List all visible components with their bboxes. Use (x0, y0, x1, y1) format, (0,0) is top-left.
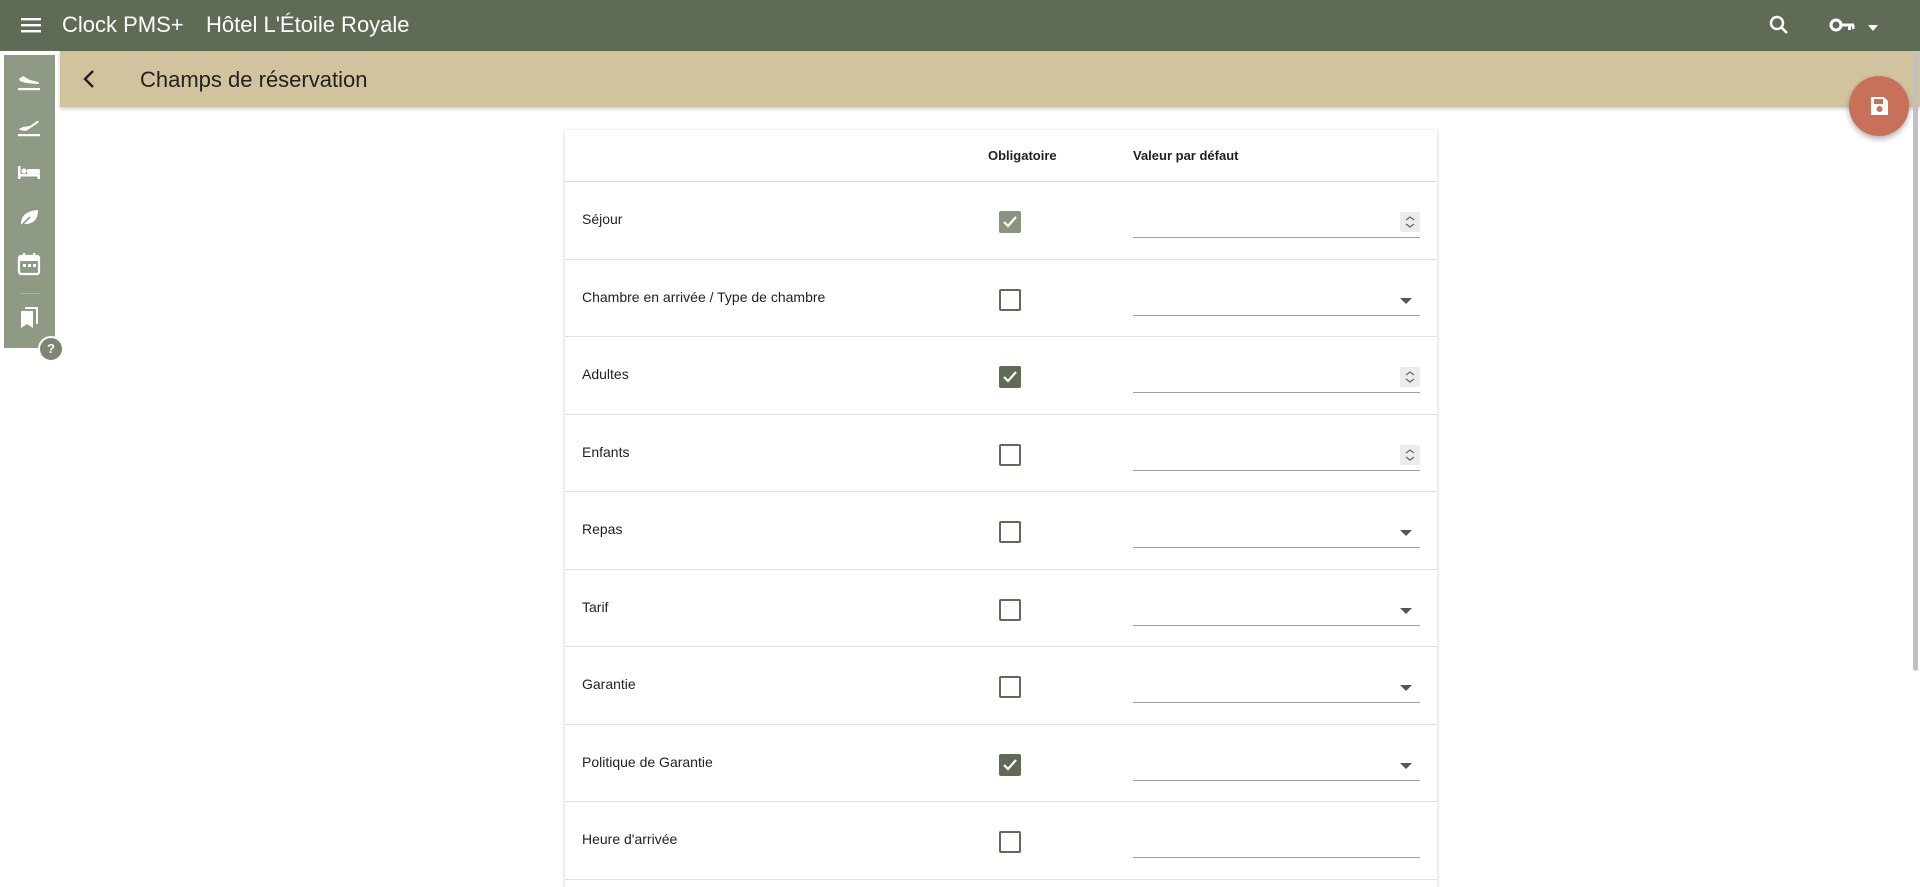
hotel-name[interactable]: Hôtel L'Étoile Royale (206, 12, 410, 38)
calendar-icon[interactable] (16, 251, 42, 277)
bookmarks-icon[interactable] (16, 305, 42, 331)
required-checkbox[interactable] (999, 676, 1021, 698)
save-icon (1871, 97, 1888, 115)
required-checkbox[interactable] (999, 598, 1021, 621)
table-row: Heure d'arrivée (565, 802, 1437, 880)
default-value-number-input[interactable] (1133, 363, 1420, 393)
required-checkbox[interactable] (999, 443, 1021, 466)
leaf-icon[interactable] (16, 205, 42, 231)
spinner-icon[interactable] (1400, 212, 1420, 232)
required-checkbox[interactable] (999, 831, 1021, 853)
table-header: Obligatoire Valeur par défaut (565, 130, 1437, 182)
sidebar-divider (20, 293, 40, 294)
dropdown-arrow-icon[interactable] (1400, 530, 1412, 536)
field-label: Adultes (582, 366, 629, 382)
default-value-number-input[interactable] (1133, 208, 1420, 238)
page-title: Champs de réservation (140, 67, 368, 92)
table-row: Garantie (565, 647, 1437, 725)
spinner-icon[interactable] (1400, 444, 1420, 465)
table-row: Politique de Garantie (565, 725, 1437, 802)
help-label: ? (47, 341, 55, 356)
dropdown-arrow-icon[interactable] (1400, 685, 1412, 691)
default-value-select[interactable] (1133, 596, 1420, 626)
required-checkbox[interactable] (999, 753, 1021, 776)
help-icon[interactable]: ? (38, 336, 64, 362)
field-label: Politique de Garantie (582, 753, 713, 770)
field-label: Tarif (582, 598, 609, 615)
default-value-select[interactable] (1133, 286, 1420, 316)
spinner-icon[interactable] (1400, 367, 1420, 387)
sidebar (4, 55, 55, 348)
field-label: Garantie (582, 676, 636, 692)
field-label: Heure d'arrivée (582, 831, 678, 847)
default-value-select[interactable] (1133, 518, 1420, 548)
key-icon[interactable] (1828, 13, 1858, 37)
required-checkbox (999, 211, 1021, 233)
table-row: Repas (565, 492, 1437, 570)
reservation-fields-table: Obligatoire Valeur par défaut Séjour Cham… (565, 130, 1437, 887)
dropdown-arrow-icon[interactable] (1400, 762, 1412, 769)
field-label: Repas (582, 521, 623, 537)
table-row: Adultes (565, 337, 1437, 415)
required-checkbox[interactable] (999, 288, 1021, 311)
chevron-down-icon[interactable] (1866, 20, 1880, 31)
save-button[interactable] (1849, 76, 1909, 136)
app-name: Clock PMS+ (62, 12, 184, 37)
table-row: Tarif (565, 570, 1437, 647)
table-row: Enfants (565, 415, 1437, 492)
field-label: Chambre en arrivée / Type de chambre (582, 288, 826, 305)
default-value-select[interactable] (1133, 751, 1420, 781)
page-header: Champs de réservation (60, 51, 1920, 107)
menu-icon[interactable] (20, 14, 42, 36)
flight-land-icon[interactable] (16, 67, 42, 93)
dropdown-arrow-icon[interactable] (1400, 607, 1412, 614)
page-scrollbar[interactable] (1913, 51, 1918, 671)
table-row: Chambre en arrivée / Type de chambre (565, 260, 1437, 337)
flight-takeoff-icon[interactable] (16, 113, 42, 139)
column-header-default-value: Valeur par défaut (1133, 148, 1239, 163)
dropdown-arrow-icon[interactable] (1400, 297, 1412, 304)
required-checkbox[interactable] (999, 521, 1021, 543)
search-icon[interactable] (1767, 13, 1791, 37)
back-arrow-icon[interactable] (78, 67, 102, 91)
table-row: Séjour (565, 182, 1437, 260)
default-value-select[interactable] (1133, 673, 1420, 703)
required-checkbox[interactable] (999, 366, 1021, 388)
field-label: Séjour (582, 211, 623, 227)
bed-icon[interactable] (16, 159, 42, 185)
default-value-number-input[interactable] (1133, 441, 1420, 471)
column-header-required: Obligatoire (988, 148, 1057, 163)
top-app-bar: Clock PMS+ Hôtel L'Étoile Royale (0, 0, 1920, 51)
field-label: Enfants (582, 443, 630, 460)
default-value-input[interactable] (1133, 828, 1420, 858)
